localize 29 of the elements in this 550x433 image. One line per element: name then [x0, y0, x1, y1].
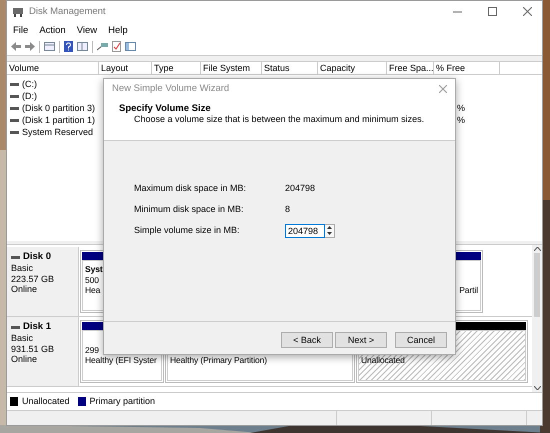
disk-status: Online — [11, 284, 38, 296]
disk-status: Online — [11, 354, 38, 366]
percent-free: % — [457, 103, 466, 114]
partition-status: Unallocated — [361, 354, 406, 366]
field-label: Simple volume size in MB: — [134, 225, 241, 236]
disk-size: 931.51 GB — [11, 344, 56, 354]
disk-type: Basic — [11, 262, 34, 274]
disk-name: Disk 0 — [23, 251, 51, 263]
percent-free: % — [457, 115, 466, 126]
partition-size: 500 — [85, 274, 100, 285]
disk-type: Basic — [11, 332, 34, 344]
partition-status: Hea — [85, 284, 102, 296]
window-title: Disk Management — [29, 6, 107, 18]
disk-size: 223.57 GB — [11, 274, 56, 284]
partition-status: Healthy (EFI Syster — [85, 354, 158, 366]
field-label: Maximum disk space in MB: — [134, 183, 248, 194]
field-value: 8 — [285, 204, 290, 215]
field-value: 204798 — [285, 183, 316, 194]
partition-label: Syst — [85, 264, 104, 275]
wizard-description: Choose a volume size that is between the maximum and minimum sizes. — [133, 114, 426, 126]
legend-label: Primary partition — [90, 396, 156, 407]
partition-status: Partil — [458, 284, 478, 296]
disk-name: Disk 1 — [23, 321, 51, 333]
partition-size: 299 — [85, 344, 100, 355]
field-label: Minimum disk space in MB: — [134, 204, 245, 215]
dialog-title: New Simple Volume Wizard — [112, 83, 230, 95]
legend-label: Unallocated — [22, 396, 70, 407]
wizard-heading: Specify Volume Size — [119, 103, 212, 114]
partition-status: Healthy (Primary Partition) — [170, 354, 268, 366]
